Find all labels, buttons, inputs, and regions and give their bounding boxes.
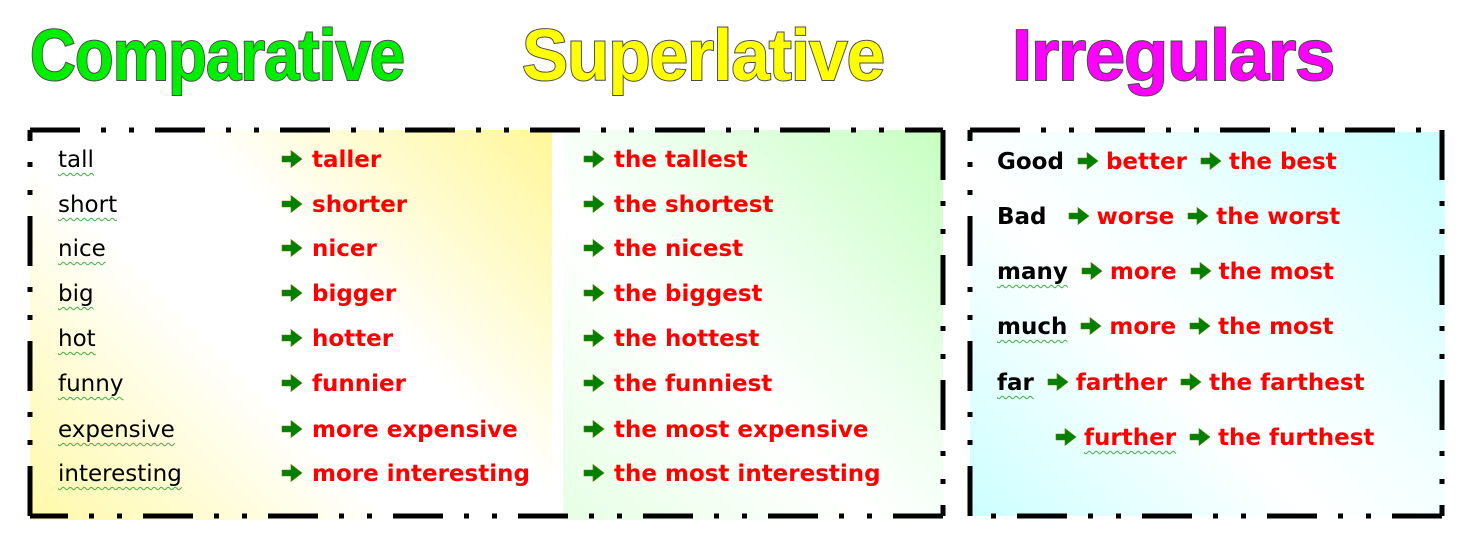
right-arrow-icon xyxy=(280,283,304,303)
comparative-word: more expensive xyxy=(312,417,518,443)
base-word: big xyxy=(58,281,94,307)
base-word: Bad xyxy=(997,204,1047,230)
right-arrow-icon xyxy=(582,328,606,348)
right-arrow-icon xyxy=(1046,372,1070,392)
base-word: expensive xyxy=(58,417,175,443)
superlative-cell: the biggest xyxy=(582,279,763,309)
right-arrow-icon xyxy=(1199,151,1223,171)
right-arrow-icon xyxy=(582,463,606,483)
comparative-word: better xyxy=(1105,149,1187,175)
superlative-word: the furthest xyxy=(1218,425,1375,451)
superlative-cell: the funniest xyxy=(582,369,772,399)
base-word: short xyxy=(58,192,118,218)
superlative-word: the most interesting xyxy=(614,461,881,487)
comparative-cell: more interesting xyxy=(280,459,530,489)
superlative-word: the funniest xyxy=(614,371,773,397)
base-word: tall xyxy=(58,147,94,173)
right-arrow-icon xyxy=(1189,261,1213,281)
irregular-row: much more the most xyxy=(997,312,1334,342)
comparative-word: further xyxy=(1084,425,1177,451)
comparative-word: farther xyxy=(1075,370,1168,396)
right-arrow-icon xyxy=(1054,427,1078,447)
superlative-cell: the nicest xyxy=(582,234,743,264)
comparative-word: funnier xyxy=(312,371,406,397)
base-word: many xyxy=(997,259,1068,285)
superlative-word: the most xyxy=(1218,314,1334,340)
base-word: interesting xyxy=(58,461,182,487)
irregular-row: many more the most xyxy=(997,257,1334,287)
base-word: much xyxy=(997,314,1068,340)
irregulars-title: Irregulars xyxy=(1011,15,1336,97)
right-arrow-icon xyxy=(1067,206,1091,226)
superlative-title: Superlative xyxy=(521,15,886,97)
comparative-word: more xyxy=(1109,314,1177,340)
superlative-cell: the shortest xyxy=(582,190,773,220)
superlative-word: the farthest xyxy=(1209,370,1365,396)
comparative-word: worse xyxy=(1096,204,1175,230)
comparative-word: bigger xyxy=(312,281,397,307)
superlative-word: the worst xyxy=(1216,204,1341,230)
right-arrow-icon xyxy=(1076,151,1100,171)
irregular-row: far farther the farthest xyxy=(997,368,1365,398)
comparative-word: more interesting xyxy=(312,461,530,487)
superlative-cell: the hottest xyxy=(582,324,759,354)
superlative-word: the best xyxy=(1228,149,1337,175)
right-arrow-icon xyxy=(280,419,304,439)
comparative-cell: shorter xyxy=(280,190,407,220)
comparative-cell: nicer xyxy=(280,234,377,264)
comparative-word: more xyxy=(1109,259,1177,285)
right-arrow-icon xyxy=(1080,261,1104,281)
right-arrow-icon xyxy=(582,149,606,169)
right-arrow-icon xyxy=(1179,372,1203,392)
superlative-word: the most expensive xyxy=(614,417,869,443)
right-arrow-icon xyxy=(1186,206,1210,226)
irregular-row: Bad worse the worst xyxy=(997,202,1340,232)
comparative-word: hotter xyxy=(312,326,394,352)
right-arrow-icon xyxy=(280,328,304,348)
comparative-cell: bigger xyxy=(280,279,396,309)
superlative-word: the tallest xyxy=(614,147,748,173)
superlative-word: the nicest xyxy=(614,236,744,262)
right-arrow-icon xyxy=(1079,316,1103,336)
right-arrow-icon xyxy=(582,238,606,258)
base-word: nice xyxy=(58,236,106,262)
superlative-word: the shortest xyxy=(614,192,774,218)
right-arrow-icon xyxy=(280,373,304,393)
right-arrow-icon xyxy=(582,373,606,393)
irregular-row: Good better the best xyxy=(997,147,1337,177)
comparative-word: shorter xyxy=(312,192,408,218)
superlative-word: the hottest xyxy=(614,326,760,352)
comparative-word: nicer xyxy=(312,236,377,262)
base-word: Good xyxy=(997,149,1064,175)
superlative-cell: the most interesting xyxy=(582,459,881,489)
right-arrow-icon xyxy=(582,194,606,214)
comparative-word: taller xyxy=(312,147,382,173)
right-arrow-icon xyxy=(1188,316,1212,336)
superlative-word: the biggest xyxy=(614,281,763,307)
superlative-cell: the tallest xyxy=(582,145,748,175)
right-arrow-icon xyxy=(582,419,606,439)
base-word: funny xyxy=(58,371,124,397)
comparative-title: Comparative xyxy=(29,15,406,97)
superlative-word: the most xyxy=(1218,259,1335,285)
base-word: far xyxy=(997,370,1034,396)
right-arrow-icon xyxy=(280,238,304,258)
superlative-cell: the most expensive xyxy=(582,415,868,445)
right-arrow-icon xyxy=(1188,427,1212,447)
irregular-row: further the furthest xyxy=(1050,423,1374,453)
right-arrow-icon xyxy=(280,149,304,169)
right-arrow-icon xyxy=(582,283,606,303)
right-arrow-icon xyxy=(280,194,304,214)
comparative-cell: funnier xyxy=(280,369,406,399)
comparative-cell: hotter xyxy=(280,324,393,354)
base-word: hot xyxy=(58,326,96,352)
comparative-cell: taller xyxy=(280,145,381,175)
comparative-cell: more expensive xyxy=(280,415,518,445)
right-arrow-icon xyxy=(280,463,304,483)
